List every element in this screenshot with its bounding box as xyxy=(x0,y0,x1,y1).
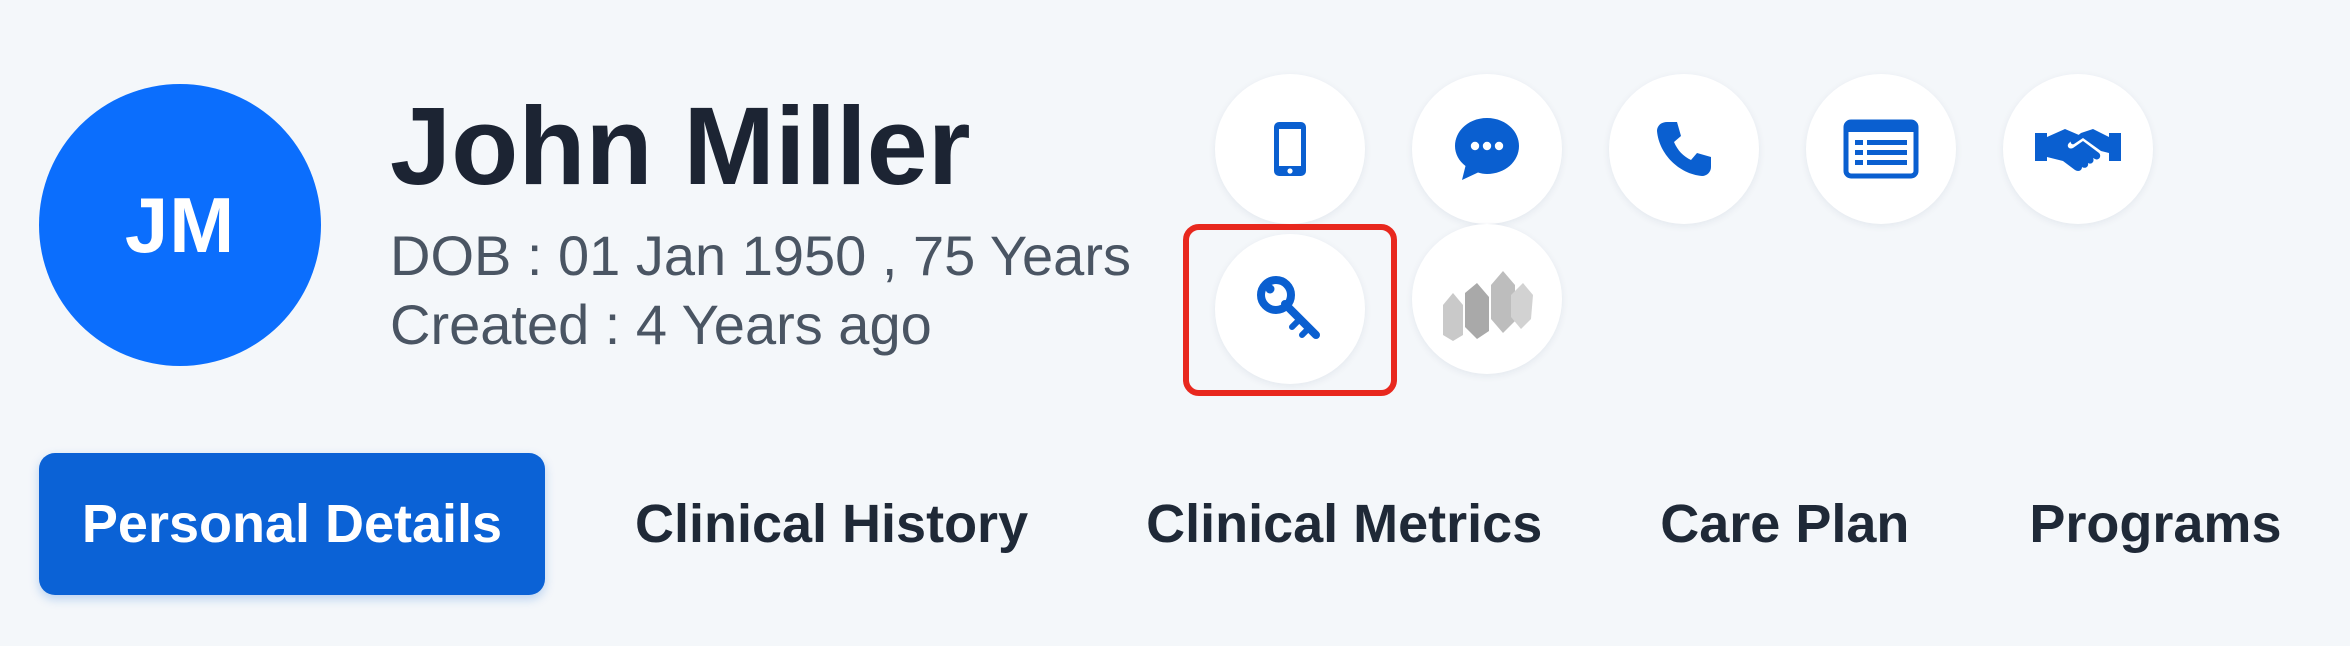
access-key-button[interactable] xyxy=(1215,234,1365,384)
tab-care-plan[interactable]: Care Plan xyxy=(1660,453,1909,595)
tab-programs[interactable]: Programs xyxy=(2029,453,2281,595)
mobile-phone-icon xyxy=(1274,122,1306,176)
tab-personal-details[interactable]: Personal Details xyxy=(39,453,545,595)
call-button[interactable] xyxy=(1609,74,1759,224)
tab-clinical-history[interactable]: Clinical History xyxy=(635,453,1028,595)
chat-bubble-icon xyxy=(1455,118,1519,180)
patient-dob: DOB : 01 Jan 1950 , 75 Years xyxy=(390,224,1131,287)
list-card-icon xyxy=(1843,119,1919,179)
details-card-button[interactable] xyxy=(1806,74,1956,224)
mobile-button[interactable] xyxy=(1215,74,1365,224)
patient-created: Created : 4 Years ago xyxy=(390,293,932,356)
key-icon xyxy=(1257,276,1320,339)
tab-clinical-metrics[interactable]: Clinical Metrics xyxy=(1146,453,1542,595)
tab-bar: Personal Details Clinical History Clinic… xyxy=(39,453,2281,595)
avatar: JM xyxy=(39,84,321,366)
brand-logo-icon xyxy=(1443,271,1533,341)
engagement-button[interactable] xyxy=(2003,74,2153,224)
handshake-icon xyxy=(2035,129,2121,171)
chat-button[interactable] xyxy=(1412,74,1562,224)
avatar-initials: JM xyxy=(124,180,236,269)
phone-icon xyxy=(1657,122,1711,176)
external-app-button[interactable] xyxy=(1412,224,1562,374)
patient-name: John Miller xyxy=(390,85,971,208)
